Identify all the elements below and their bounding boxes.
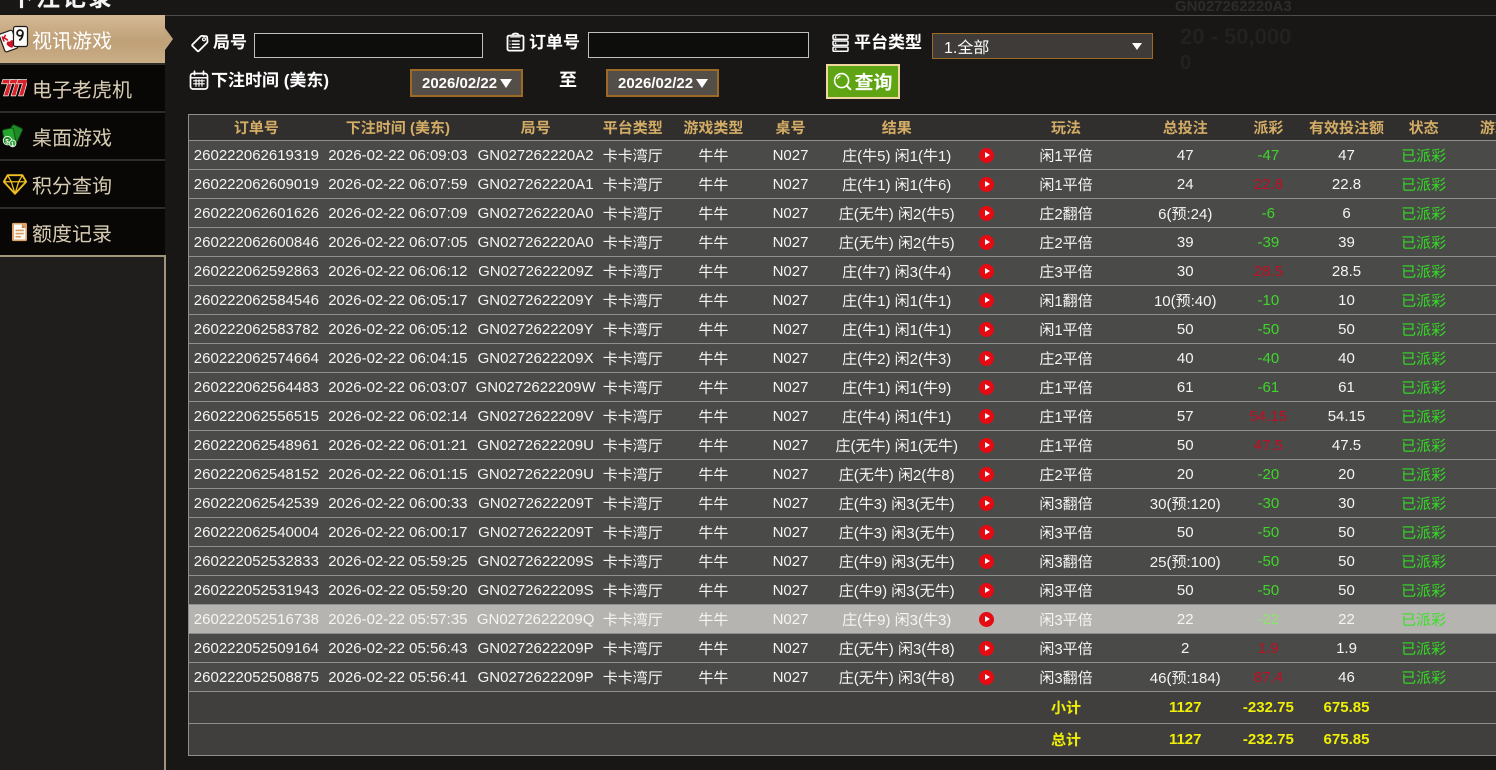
svg-text:$: $ [5, 138, 9, 145]
svg-text:1: 1 [11, 142, 14, 148]
